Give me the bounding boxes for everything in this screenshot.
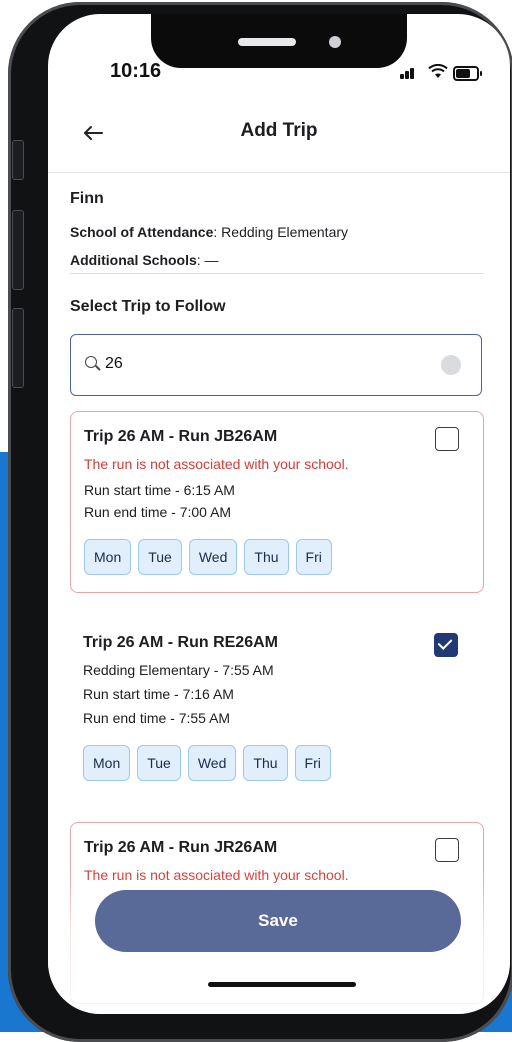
student-name: Finn: [70, 190, 104, 207]
day-chips: Mon Tue Wed Thu Fri: [84, 539, 332, 575]
trip-checkbox[interactable]: [435, 838, 459, 862]
day-chips: Mon Tue Wed Thu Fri: [83, 745, 331, 781]
day-chip-wed[interactable]: Wed: [187, 745, 237, 781]
volume-up-button: [12, 210, 24, 290]
phone-frame: 10:16 Add Trip Finn School of Attendance…: [8, 2, 512, 1042]
trip-card[interactable]: Trip 26 AM - Run JB26AM The run is not a…: [70, 411, 484, 593]
trip-title: Trip 26 AM - Run JB26AM: [84, 428, 278, 445]
home-indicator: [208, 982, 356, 987]
day-chip-thu[interactable]: Thu: [244, 539, 289, 575]
speaker: [238, 38, 296, 46]
day-chip-wed[interactable]: Wed: [188, 539, 238, 575]
day-chip-tue[interactable]: Tue: [137, 745, 181, 781]
day-chip-fri[interactable]: Fri: [295, 539, 332, 575]
status-time: 10:16: [110, 60, 162, 82]
trip-warning: The run is not associated with your scho…: [84, 456, 349, 472]
top-bar: Add Trip: [48, 106, 510, 173]
mute-switch: [12, 140, 24, 180]
battery-icon: [453, 66, 482, 81]
divider: [70, 273, 484, 274]
clear-icon[interactable]: [441, 355, 461, 375]
notch: [151, 14, 407, 68]
run-end-time: Run end time - 7:55 AM: [83, 710, 231, 726]
day-chip-fri[interactable]: Fri: [294, 745, 331, 781]
trip-title: Trip 26 AM - Run JR26AM: [84, 839, 278, 856]
save-button[interactable]: Save: [95, 890, 461, 952]
trip-card[interactable]: Trip 26 AM - Run RE26AM Redding Elementa…: [70, 618, 482, 798]
front-camera: [329, 36, 341, 48]
additional-label: Additional Schools: [70, 252, 197, 268]
run-end-time: Run end time - 7:00 AM: [84, 504, 232, 520]
run-start-time: Run start time - 6:15 AM: [84, 482, 235, 498]
day-chip-tue[interactable]: Tue: [138, 539, 182, 575]
school-of-attendance: School of Attendance: Redding Elementary: [70, 224, 348, 240]
page-title: Add Trip: [240, 120, 318, 141]
day-chip-thu[interactable]: Thu: [243, 745, 288, 781]
school-value: : Redding Elementary: [213, 224, 349, 240]
wifi-icon: [428, 64, 448, 78]
additional-value: : —: [196, 252, 219, 268]
trip-title: Trip 26 AM - Run RE26AM: [83, 634, 278, 651]
school-stop-time: Redding Elementary - 7:55 AM: [83, 662, 274, 678]
day-chip-mon[interactable]: Mon: [84, 539, 132, 575]
trip-checkbox[interactable]: [435, 427, 459, 451]
section-title: Select Trip to Follow: [70, 298, 226, 315]
volume-down-button: [12, 308, 24, 388]
day-chip-mon[interactable]: Mon: [83, 745, 131, 781]
trip-checkbox-checked[interactable]: [434, 633, 458, 657]
search-input[interactable]: [105, 351, 435, 377]
search-box[interactable]: [70, 334, 482, 396]
search-icon: [85, 356, 97, 368]
run-start-time: Run start time - 7:16 AM: [83, 686, 234, 702]
school-label: School of Attendance: [70, 224, 214, 240]
signal-icon: [400, 66, 420, 80]
additional-schools: Additional Schools: —: [70, 252, 219, 268]
app-screen: 10:16 Add Trip Finn School of Attendance…: [48, 14, 510, 1014]
